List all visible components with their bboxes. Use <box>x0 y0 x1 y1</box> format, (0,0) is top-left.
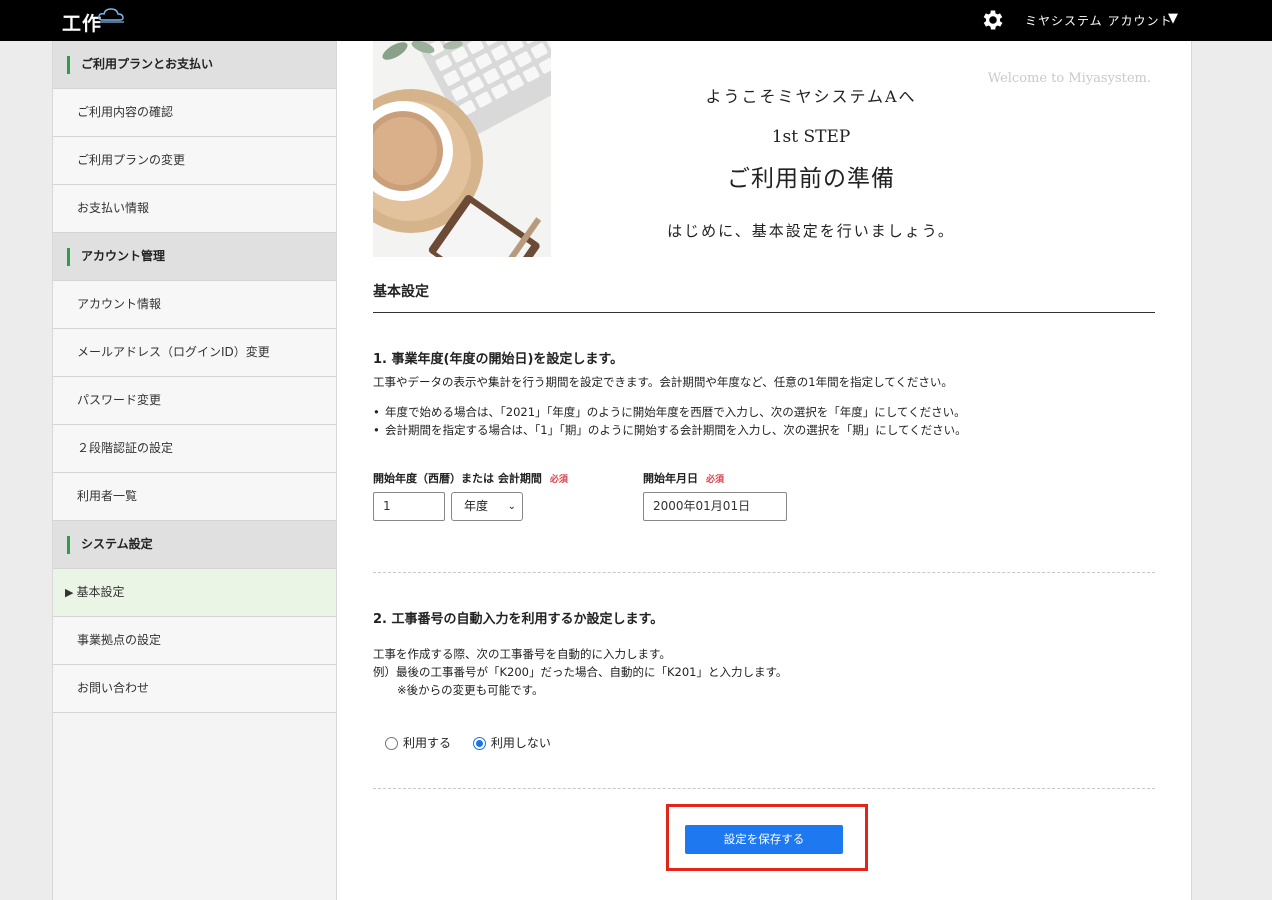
sidebar-item-plan-change[interactable]: ご利用プランの変更 <box>53 137 336 185</box>
section-divider <box>373 788 1155 789</box>
start-date-input[interactable]: 2000年01月01日 <box>643 492 787 521</box>
radio-label: 利用する <box>403 736 452 750</box>
sidebar-item-usage[interactable]: ご利用内容の確認 <box>53 89 336 137</box>
sidebar-item-label: ご利用プランとお支払い <box>81 57 214 71</box>
sidebar-item-label: ご利用内容の確認 <box>77 105 174 119</box>
radio-label: 利用しない <box>490 736 551 750</box>
sidebar-item-label: ご利用プランの変更 <box>77 153 186 167</box>
sidebar-heading-system: システム設定 <box>53 521 336 569</box>
required-badge: 必須 <box>706 475 725 485</box>
banner-subtext: はじめに、基本設定を行いましょう。 <box>667 222 955 240</box>
gear-icon[interactable] <box>980 7 1006 33</box>
sidebar-item-2fa[interactable]: ２段階認証の設定 <box>53 425 336 473</box>
sidebar-heading-account: アカウント管理 <box>53 233 336 281</box>
fiscal-year-heading: 1. 事業年度(年度の開始日)を設定します。 <box>373 352 624 367</box>
banner-heading: ご利用前の準備 <box>727 166 895 192</box>
welcome-banner: Welcome to Miyasystem. ようこそミヤシステムAへ 1st … <box>373 41 1155 257</box>
field-label-text: 開始年月日 <box>643 472 698 485</box>
fiscal-year-instructions: 年度で始める場合は、「2021」「年度」のように開始年度を西暦で入力し、次の選択… <box>373 403 967 439</box>
radio-button-selected[interactable] <box>472 737 486 750</box>
section-divider <box>373 572 1155 573</box>
title-divider <box>373 312 1155 313</box>
sidebar-heading-plan: ご利用プランとお支払い <box>53 41 336 89</box>
sidebar-item-label: 基本設定 <box>76 585 125 599</box>
sidebar-item-payment[interactable]: お支払い情報 <box>53 185 336 233</box>
radio-not-use[interactable]: 利用しない <box>472 735 551 751</box>
period-unit-select[interactable]: 年度 ⌄ <box>451 492 523 521</box>
sidebar-item-users[interactable]: 利用者一覧 <box>53 473 336 521</box>
sidebar-item-basic-settings[interactable]: ▶ 基本設定 <box>53 569 336 617</box>
sidebar-item-account-info[interactable]: アカウント情報 <box>53 281 336 329</box>
sidebar-item-label: メールアドレス（ログインID）変更 <box>77 345 270 359</box>
banner-step: 1st STEP <box>771 127 851 147</box>
start-date-label: 開始年月日 必須 <box>643 470 724 486</box>
active-marker-icon: ▶ <box>65 586 74 599</box>
save-button[interactable]: 設定を保存する <box>685 825 843 854</box>
select-value: 年度 <box>464 499 489 513</box>
app-logo[interactable]: 工作 <box>62 6 126 35</box>
auto-number-note: ※後からの変更も可能です。 <box>397 683 544 697</box>
radio-button[interactable] <box>385 737 398 750</box>
field-label-text: 開始年度（西暦）または 会計期間 <box>373 472 542 485</box>
list-item: 会計期間を指定する場合は、「1」「期」のように開始する会計期間を入力し、次の選択… <box>373 421 967 439</box>
fiscal-year-description: 工事やデータの表示や集計を行う期間を設定できます。会計期間や年度など、任意の1年… <box>373 375 953 389</box>
account-menu[interactable]: ミヤシステム アカウント <box>1025 12 1172 29</box>
auto-number-heading: 2. 工事番号の自動入力を利用するか設定します。 <box>373 612 664 627</box>
sidebar-item-label: 利用者一覧 <box>77 489 138 503</box>
cloud-icon <box>98 8 124 23</box>
desk-photo-image <box>373 41 551 257</box>
chevron-down-icon: ⌄ <box>507 501 516 512</box>
list-item: 年度で始める場合は、「2021」「年度」のように開始年度を西暦で入力し、次の選択… <box>373 403 967 421</box>
sidebar-item-label: 事業拠点の設定 <box>77 633 162 647</box>
required-badge: 必須 <box>549 475 568 485</box>
sidebar-item-locations[interactable]: 事業拠点の設定 <box>53 617 336 665</box>
sidebar-item-contact[interactable]: お問い合わせ <box>53 665 336 713</box>
chevron-down-icon[interactable]: ▼ <box>1168 11 1178 26</box>
main-content: Welcome to Miyasystem. ようこそミヤシステムAへ 1st … <box>337 41 1192 900</box>
sidebar-item-email-change[interactable]: メールアドレス（ログインID）変更 <box>53 329 336 377</box>
radio-use[interactable]: 利用する <box>385 735 451 751</box>
sidebar-item-label: パスワード変更 <box>77 393 162 407</box>
sidebar-item-label: アカウント管理 <box>81 249 166 263</box>
start-year-input[interactable]: 1 <box>373 492 445 521</box>
sidebar-item-label: アカウント情報 <box>77 297 162 311</box>
sidebar-item-label: ２段階認証の設定 <box>77 441 174 455</box>
sidebar: ご利用プランとお支払い ご利用内容の確認 ご利用プランの変更 お支払い情報 アカ… <box>52 41 337 900</box>
sidebar-item-password[interactable]: パスワード変更 <box>53 377 336 425</box>
sidebar-item-label: システム設定 <box>81 537 153 551</box>
auto-number-options: 利用する 利用しない <box>385 735 569 751</box>
auto-number-description: 工事を作成する際、次の工事番号を自動的に入力します。 <box>373 647 671 661</box>
page-title: 基本設定 <box>373 284 429 300</box>
sidebar-item-label: お問い合わせ <box>77 681 150 695</box>
sidebar-item-label: お支払い情報 <box>77 201 150 215</box>
auto-number-example: 例）最後の工事番号が「K200」だった場合、自動的に「K201」と入力します。 <box>373 665 788 679</box>
start-year-label: 開始年度（西暦）または 会計期間 必須 <box>373 470 568 486</box>
banner-greeting: ようこそミヤシステムAへ <box>705 87 917 106</box>
top-bar: 工作 ミヤシステム アカウント ▼ <box>0 0 1272 41</box>
